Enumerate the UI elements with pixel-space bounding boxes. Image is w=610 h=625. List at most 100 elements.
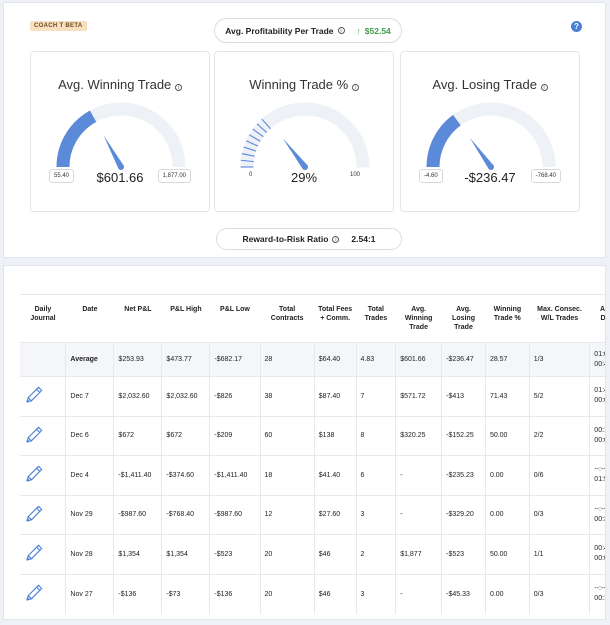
column-header: Total Contracts [260, 294, 315, 343]
info-icon[interactable]: i [540, 84, 548, 91]
reward-risk-value: 2.54:1 [351, 234, 376, 244]
journal-cell [20, 415, 66, 456]
duration-cell: --:--:-- 01:50:53 [589, 455, 606, 495]
gauge-dial [56, 102, 186, 170]
duration-cell: --:--:-- 00:19:25 [589, 573, 606, 614]
pencil-icon[interactable] [24, 504, 44, 526]
table-row: Nov 29 -$987.60 -$768.40 -$987.60 12 $27.60 3-… [20, 494, 606, 535]
table-cell: 2/2 [528, 415, 590, 456]
duration-value: 00:02:27 [594, 397, 605, 405]
table-cell: -$1,411.40 [209, 455, 261, 495]
gauge-max: 100 [349, 172, 360, 178]
table-cell: 28.57 [484, 342, 530, 377]
table-cell: $1,354 [161, 534, 210, 574]
table-cell: -$136 [209, 573, 261, 614]
profitability-pill: Avg. Profitability Per Trade i ↑ $52.54 [214, 18, 402, 43]
gauge-title: Avg. Winning Trade [58, 77, 172, 92]
gauge-max: 1,877.00 [157, 169, 191, 183]
table-cell: -$236.47 [441, 342, 486, 377]
table-cell: 0/6 [528, 455, 590, 495]
column-header: P&L Low [209, 294, 261, 343]
date-cell: Nov 29 [65, 494, 114, 535]
table-row: Nov 27 -$136 -$73 -$136 20 $46 3- -$45.33 0.00 0/… [20, 573, 606, 614]
gauge-max: -768.40 [530, 169, 561, 183]
info-icon[interactable]: i [337, 27, 345, 34]
table-cell: $473.77 [161, 342, 210, 377]
gauge-needle [103, 135, 124, 169]
table-row: Nov 28 $1,354 $1,354 -$523 20 $46 2 $1,877 -$523… [20, 534, 605, 574]
duration-cell: --:--:-- 00:37:51 [589, 494, 606, 535]
table-cell: 2 [355, 534, 396, 574]
pencil-icon[interactable] [24, 425, 44, 447]
table-row: Dec 4 -$1,411.40 -$374.60 -$1,411.40 18 $41.4… [20, 455, 606, 495]
journal-cell [20, 455, 66, 495]
table-cell: -$987.60 [209, 494, 261, 535]
table-cell: 4.83 [355, 342, 396, 377]
gauge-fill [56, 110, 97, 168]
duration-value: --:--:-- [594, 585, 606, 592]
avg-losing-trade-gauge: Avg. Losing Trade i -4.60 -$236.47 -768.… [400, 51, 580, 212]
table-header-row: Daily Journal Date Net P&L P&L High P&L Low T… [20, 294, 605, 343]
table-cell: - [395, 494, 442, 535]
table-cell: 0/3 [528, 494, 590, 535]
table-cell: $138 [313, 415, 357, 456]
table-cell: 0.00 [484, 494, 530, 535]
help-icon[interactable]: ? [571, 21, 582, 32]
table-cell: $87.40 [313, 376, 357, 416]
table-cell: $1,354 [113, 534, 162, 574]
table-cell: $601.66 [395, 342, 442, 377]
column-header: Total Fees + Comm. [314, 294, 357, 343]
duration-value: 00:19:25 [594, 595, 605, 602]
info-icon[interactable]: i [332, 235, 340, 243]
duration-value: 01:01:21 [594, 350, 605, 358]
table-cell: $320.25 [395, 415, 442, 456]
pencil-icon[interactable] [24, 543, 44, 565]
table-cell: $2,032.60 [161, 376, 210, 416]
up-arrow-icon: ↑ [356, 25, 361, 36]
table-cell: $41.40 [313, 455, 357, 495]
column-header: Daily Journal [20, 294, 66, 343]
table-cell: $253.93 [113, 342, 162, 377]
table-cell: 0.00 [484, 573, 530, 614]
table-cell: 20 [259, 573, 315, 614]
duration-cell: 01:01:21 00:45:52 [589, 342, 605, 377]
pencil-icon[interactable] [24, 385, 44, 407]
table-cell: 1/3 [528, 342, 590, 377]
table-cell: 38 [259, 376, 315, 416]
table-cell: 3 [355, 494, 396, 535]
table-cell: 5/2 [528, 376, 590, 416]
date-cell: Dec 4 [65, 455, 114, 495]
gauge-track [240, 102, 370, 168]
gauge-dial [240, 102, 370, 170]
table-cell: $46 [313, 573, 357, 614]
duration-value: --:--:-- [594, 466, 606, 474]
column-header: Winning Trade % [485, 294, 530, 343]
pencil-icon[interactable] [24, 464, 44, 486]
duration-value: --:--:-- [594, 505, 606, 513]
date-cell: Dec 7 [65, 376, 114, 416]
table-cell: 20 [259, 534, 315, 574]
profitability-label: Avg. Profitability Per Trade [225, 25, 334, 36]
table-cell: -$413 [441, 376, 486, 416]
table-row: Dec 7 $2,032.60 $2,032.60 -$826 38 $87.40 7 $57… [20, 376, 605, 416]
table-cell: 3 [355, 573, 396, 614]
table-cell: $571.72 [395, 376, 442, 416]
table-cell: - [395, 455, 442, 495]
duration-value: 00:37:51 [594, 515, 605, 523]
duration-value: 00:45:52 [594, 360, 605, 368]
table-cell: -$826 [209, 376, 261, 416]
date-cell: Dec 6 [65, 415, 114, 456]
journal-cell [20, 534, 66, 574]
info-icon[interactable]: i [174, 84, 182, 91]
table-cell: 6 [355, 455, 396, 495]
column-header: P&L High [161, 294, 210, 343]
duration-value: 01:42:09 [594, 387, 605, 395]
table-cell: $672 [113, 415, 162, 456]
table-cell: $64.40 [313, 342, 357, 377]
journal-cell [20, 573, 66, 614]
table-cell: -$987.60 [113, 494, 162, 535]
table-cell: -$329.20 [441, 494, 486, 535]
table-cell: 12 [259, 494, 315, 535]
pencil-icon[interactable] [24, 583, 44, 605]
info-icon[interactable]: i [351, 84, 359, 91]
